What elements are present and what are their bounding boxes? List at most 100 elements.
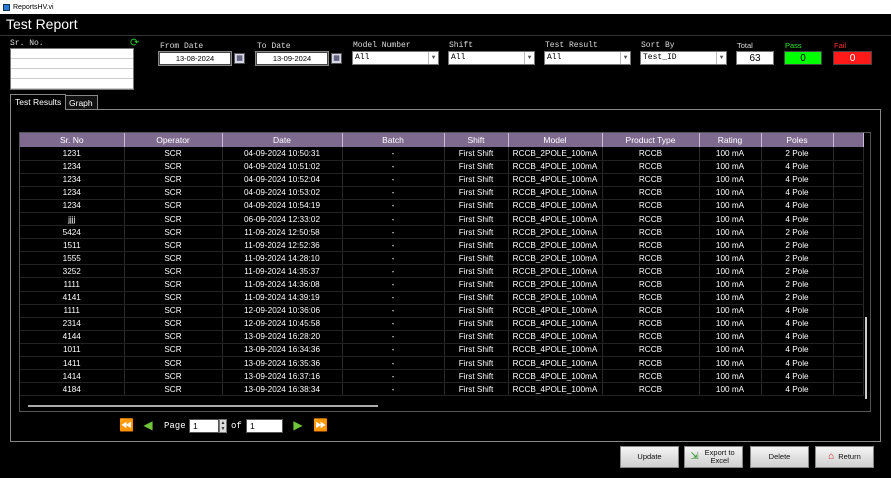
first-page-icon[interactable]: ⏪ [119, 419, 134, 431]
column-header-operator[interactable]: Operator [124, 133, 223, 147]
table-row[interactable]: jjjj SCR 06-09-2024 12:33:02- First Shift RC… [20, 212, 864, 227]
table-row[interactable]: 2314 SCR 12-09-2024 10:45:58- First Shift RC… [20, 317, 864, 331]
from-date-label: From Date [160, 42, 204, 51]
column-header-poles[interactable]: Poles [761, 133, 834, 147]
from-date-calendar-icon[interactable]: ▦ [234, 53, 245, 64]
last-page-icon[interactable]: ⏩ [313, 419, 328, 431]
cell-spacer [833, 251, 864, 266]
table-row[interactable]: 1414 SCR 13-09-2024 16:37:16- First Shift RC… [20, 369, 864, 384]
table-row[interactable]: 1234 SCR 04-09-2024 10:54:19- First Shift RC… [20, 199, 864, 213]
cell-spacer [833, 147, 864, 161]
sort-by-select[interactable]: Test_ID ▼ [640, 51, 727, 65]
column-header-model[interactable]: Model [508, 133, 603, 147]
table-row[interactable]: 4184 SCR 13-09-2024 16:38:34- First Shift RC… [20, 382, 864, 397]
column-header-batch[interactable]: Batch [342, 133, 445, 147]
cell-product-type: RCCB [602, 173, 700, 187]
vertical-scrollbar[interactable] [863, 147, 871, 399]
fail-label: Fail [834, 41, 847, 50]
table-row[interactable]: 1111 SCR 11-09-2024 14:36:08- First Shift RC… [20, 277, 864, 292]
list-item[interactable] [11, 49, 133, 59]
table-row[interactable]: 3252 SCR 11-09-2024 14:35:37- First Shift RC… [20, 264, 864, 279]
test-result-select[interactable]: All ▼ [544, 51, 631, 65]
table-row[interactable]: 1234 SCR 04-09-2024 10:51:02- First Shift RC… [20, 160, 864, 174]
table-row[interactable]: 1234 SCR 04-09-2024 10:53:02- First Shift RC… [20, 186, 864, 200]
sr-no-list[interactable] [10, 48, 134, 90]
cell-rating: 100 mA [699, 186, 762, 200]
page-number-input[interactable]: 1 [189, 419, 219, 433]
list-item[interactable] [11, 79, 133, 89]
cell-rating: 100 mA [699, 238, 762, 253]
delete-button-label: Delete [768, 452, 791, 461]
to-date-label: To Date [257, 42, 291, 51]
cell-rating: 100 mA [699, 343, 762, 358]
cell-spacer [833, 277, 864, 292]
column-header-date[interactable]: Date [222, 133, 343, 147]
column-header-product-type[interactable]: Product Type [602, 133, 700, 147]
prev-page-icon[interactable]: ◀ [141, 419, 155, 431]
next-page-icon[interactable]: ▶ [291, 419, 305, 431]
table-row[interactable]: 4141 SCR 11-09-2024 14:39:19- First Shift RC… [20, 291, 864, 305]
export-icon: ⇲ [690, 451, 699, 462]
list-item[interactable] [11, 69, 133, 79]
table-row[interactable]: 1234 SCR 04-09-2024 10:52:04- First Shift RC… [20, 173, 864, 187]
to-date-field[interactable]: 13-09-2024 [255, 51, 329, 66]
table-row[interactable]: 5424 SCR 11-09-2024 12:50:58- First Shift RC… [20, 225, 864, 240]
export-button[interactable]: ⇲ Export to Excel [684, 446, 743, 468]
column-header-rating[interactable]: Rating [699, 133, 762, 147]
horizontal-scrollbar[interactable] [28, 405, 378, 407]
chevron-down-icon[interactable]: ▼ [524, 52, 534, 64]
page-spinner[interactable]: ▲ ▼ [219, 419, 227, 433]
tab-test-results[interactable]: Test Results [10, 94, 67, 110]
cell-operator: SCR [124, 264, 223, 279]
cell-poles: 4 Pole [761, 199, 834, 213]
results-grid[interactable]: Sr. No Operator Date Batch Shift Model P… [19, 132, 871, 412]
home-icon: ⌂ [828, 451, 835, 462]
table-row[interactable]: 1011 SCR 13-09-2024 16:34:36- First Shift RC… [20, 343, 864, 358]
update-button[interactable]: Update [620, 446, 679, 468]
return-button[interactable]: ⌂ Return [815, 446, 874, 468]
cell-poles: 4 Pole [761, 369, 834, 384]
total-label: Total [737, 41, 753, 50]
to-date-calendar-icon[interactable]: ▦ [331, 53, 342, 64]
shift-select[interactable]: All ▼ [448, 51, 535, 65]
delete-button[interactable]: Delete [750, 446, 809, 468]
cell-model: RCCB_2POLE_100mA [508, 277, 603, 292]
cell-rating: 100 mA [699, 317, 762, 331]
model-number-value: All [355, 53, 370, 62]
cell-rating: 100 mA [699, 199, 762, 213]
cell-sr-no: 1234 [20, 186, 125, 200]
cell-date: 11-09-2024 12:50:58 [222, 225, 343, 240]
cell-batch: - [342, 356, 445, 371]
list-item[interactable] [11, 59, 133, 69]
from-date-field[interactable]: 13-08-2024 [158, 51, 232, 66]
table-row[interactable]: 4144 SCR 13-09-2024 16:28:20- First Shift RC… [20, 330, 864, 344]
table-row[interactable]: 1231 SCR 04-09-2024 10:50:31- First Shift RC… [20, 147, 864, 161]
cell-poles: 4 Pole [761, 382, 834, 397]
cell-shift: First Shift [444, 291, 509, 305]
chevron-down-icon[interactable]: ▼ [716, 52, 726, 64]
chevron-down-icon[interactable]: ▼ [620, 52, 630, 64]
table-row[interactable]: 1411 SCR 13-09-2024 16:35:36- First Shift RC… [20, 356, 864, 371]
vertical-scroll-thumb[interactable] [865, 317, 867, 399]
cell-model: RCCB_2POLE_100mA [508, 147, 603, 161]
cell-product-type: RCCB [602, 304, 700, 318]
cell-shift: First Shift [444, 304, 509, 318]
refresh-icon[interactable]: ⟳ [130, 38, 142, 49]
cell-shift: First Shift [444, 238, 509, 253]
cell-date: 11-09-2024 14:36:08 [222, 277, 343, 292]
table-row[interactable]: 1555 SCR 11-09-2024 14:28:10- First Shift RC… [20, 251, 864, 266]
model-number-select[interactable]: All ▼ [352, 51, 439, 65]
column-header-shift[interactable]: Shift [444, 133, 509, 147]
cell-shift: First Shift [444, 356, 509, 371]
cell-product-type: RCCB [602, 147, 700, 161]
cell-product-type: RCCB [602, 225, 700, 240]
shift-label: Shift [449, 41, 474, 50]
tab-graph[interactable]: Graph [64, 95, 98, 110]
table-row[interactable]: 1111 SCR 12-09-2024 10:36:06- First Shift RC… [20, 304, 864, 318]
table-row[interactable]: 1511 SCR 11-09-2024 12:52:36- First Shift RC… [20, 238, 864, 253]
chevron-down-icon[interactable]: ▼ [428, 52, 438, 64]
cell-spacer [833, 356, 864, 371]
cell-rating: 100 mA [699, 356, 762, 371]
column-header-sr-no[interactable]: Sr. No [20, 133, 125, 147]
cell-date: 11-09-2024 12:52:36 [222, 238, 343, 253]
